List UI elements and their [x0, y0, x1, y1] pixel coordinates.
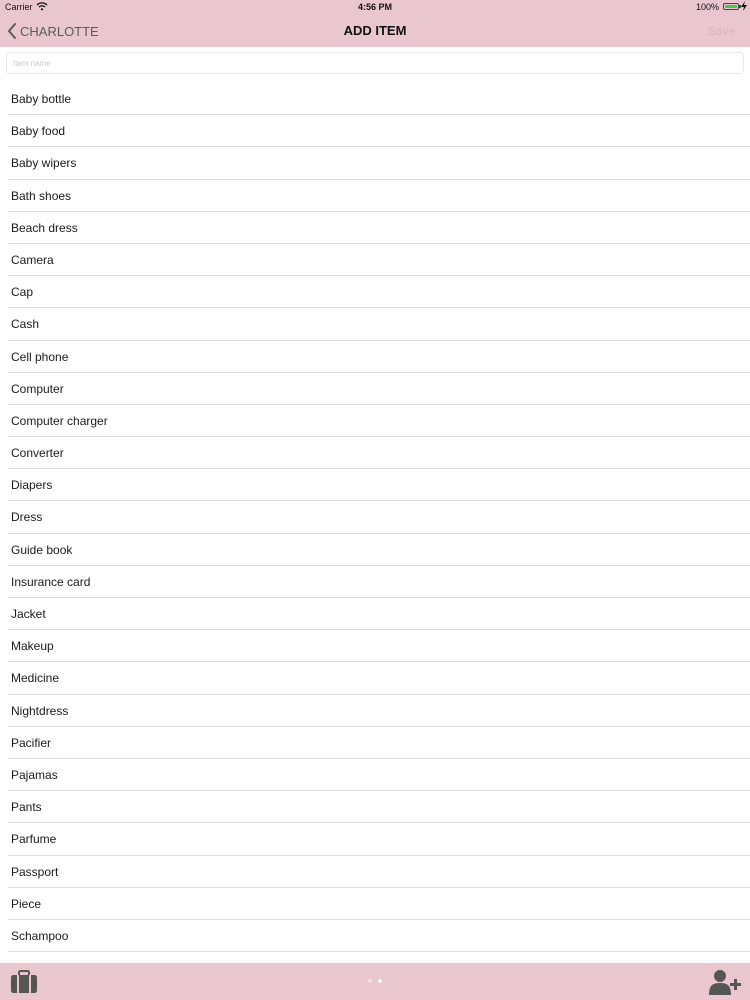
list-item[interactable]: Computer [0, 373, 750, 406]
page-title: ADD ITEM [343, 23, 407, 38]
list-item-label: Computer charger [11, 413, 108, 428]
list-item-label: Piece [11, 896, 42, 911]
list-item[interactable]: Cell phone [0, 341, 750, 373]
list-item-label: Baby wipers [11, 156, 77, 171]
list-item-label: Baby bottle [11, 92, 72, 106]
navigation-bar: CHARLOTTE ADD ITEM Save [0, 15, 750, 47]
list-item[interactable]: Dress [0, 501, 750, 534]
list-item[interactable]: Baby wipers [0, 147, 750, 180]
status-bar: Carrier 4:56 PM 100% [0, 0, 750, 15]
page-dot[interactable] [378, 979, 382, 983]
list-item[interactable]: Beach dress [0, 212, 750, 245]
list-item-label: Cell phone [11, 349, 69, 364]
list-item-label: Medicine [11, 671, 60, 686]
page-indicator[interactable] [0, 979, 750, 983]
save-button[interactable]: Save [708, 24, 735, 38]
list-item-label: Diapers [11, 478, 53, 493]
list-item-label: Jacket [11, 607, 46, 621]
list-item-label: Pacifier [11, 735, 52, 750]
battery-icon [723, 3, 741, 10]
list-item-label: Makeup [11, 639, 54, 654]
list-item-label: Pants [11, 800, 42, 815]
list-item[interactable]: Parfume [0, 823, 750, 856]
top-bar: Carrier 4:56 PM 100% CHARLOTTE ADD ITEM … [0, 0, 750, 47]
list-item-label: Guide book [11, 542, 73, 557]
list-item[interactable]: Piece [0, 888, 750, 921]
battery-percent: 100% [695, 2, 719, 12]
list-item[interactable]: Camera [0, 244, 750, 277]
list-item-label: Beach dress [11, 220, 78, 235]
status-time: 4:56 PM [357, 2, 392, 12]
list-item[interactable]: Baby food [0, 115, 750, 148]
list-item[interactable]: Makeup [0, 630, 750, 663]
list-item[interactable]: Pajamas [0, 759, 750, 792]
item-list: Baby bottle Baby food Baby wipers Bath shoe… [0, 83, 750, 963]
list-item[interactable]: Insurance card [0, 566, 750, 599]
list-item[interactable]: Pants [0, 791, 750, 824]
list-item-label: Insurance card [11, 574, 91, 589]
list-item[interactable]: Guide book [0, 534, 750, 567]
page-dot[interactable] [368, 979, 372, 983]
list-item-label: Passport [11, 864, 59, 879]
list-item-label: Converter [11, 446, 64, 461]
list-item-label: Computer [11, 381, 64, 396]
item-name-field[interactable] [6, 52, 744, 74]
list-item-label: Cash [11, 317, 40, 332]
list-item[interactable]: Bath shoes [0, 180, 750, 212]
list-item-label: Parfume [11, 832, 57, 847]
list-item[interactable]: Cap [0, 276, 750, 309]
add-user-icon[interactable] [709, 969, 741, 1000]
list-item[interactable]: Baby bottle [0, 83, 750, 116]
suitcase-icon[interactable] [10, 970, 38, 999]
list-item[interactable]: Medicine [0, 662, 750, 695]
list-item[interactable]: Schampoo [0, 920, 750, 953]
list-item[interactable]: Jacket [0, 598, 750, 631]
list-item-label: Baby food [11, 124, 66, 139]
charging-icon [741, 1, 747, 13]
list-item-label: Schampoo [11, 928, 69, 943]
list-item-label: Pajamas [11, 767, 58, 782]
list-item[interactable]: Passport [0, 856, 750, 888]
screen: Carrier 4:56 PM 100% CHARLOTTE ADD ITEM … [0, 0, 750, 1000]
bottom-bar [0, 963, 750, 1000]
item-name-input[interactable] [7, 53, 743, 74]
list-item[interactable]: Cash [0, 308, 750, 341]
list-item[interactable]: Computer charger [0, 405, 750, 438]
list-item-label: Nightdress [11, 703, 69, 718]
list-item-label: Camera [11, 252, 54, 267]
list-item[interactable]: Diapers [0, 469, 750, 502]
list-item-label: Cap [11, 285, 34, 300]
list-item[interactable]: Converter [0, 437, 750, 470]
list-item[interactable]: Nightdress [0, 695, 750, 727]
list-item-label: Dress [11, 510, 43, 525]
list-item-label: Bath shoes [11, 188, 72, 203]
list-item[interactable]: Pacifier [0, 727, 750, 760]
